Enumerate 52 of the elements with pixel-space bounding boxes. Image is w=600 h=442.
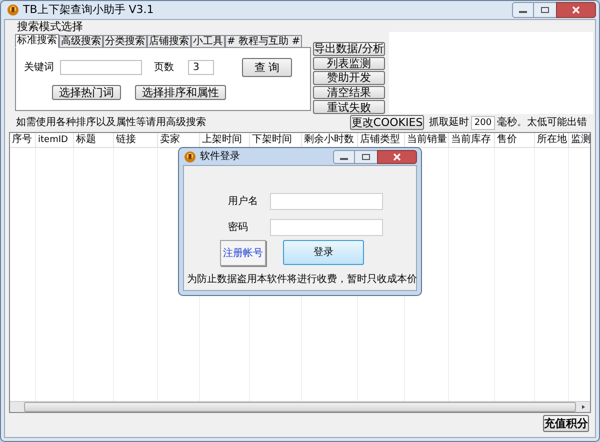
side-button[interactable]: 重试失败 xyxy=(313,100,385,114)
app-icon xyxy=(7,4,19,16)
column-header[interactable]: 所在地 xyxy=(535,133,569,147)
tab[interactable]: 小工具 xyxy=(191,35,225,48)
option-button[interactable]: 选择热门词 xyxy=(52,85,121,100)
username-label: 用户名 xyxy=(228,194,259,209)
keyword-field[interactable] xyxy=(60,60,142,74)
minimize-button[interactable] xyxy=(333,150,355,164)
maximize-button[interactable] xyxy=(355,150,377,164)
column-header[interactable]: 标题 xyxy=(74,133,114,147)
delay-label: 抓取延时 xyxy=(429,116,469,130)
login-button[interactable]: 登录 xyxy=(283,240,364,265)
column-header[interactable]: 序号 xyxy=(10,133,36,147)
side-button[interactable]: 导出数据/分析 xyxy=(313,42,385,56)
column-header[interactable]: 链接 xyxy=(114,133,158,147)
app-icon xyxy=(184,150,196,162)
delay-note: 毫秒。太低可能出错 xyxy=(497,116,587,130)
pages-label: 页数 xyxy=(154,60,175,74)
column-header[interactable]: 售价 xyxy=(495,133,535,147)
tab[interactable]: 高级搜索 xyxy=(59,35,103,48)
dialog-title: 软件登录 xyxy=(200,150,240,164)
close-button[interactable] xyxy=(377,150,417,164)
window-title: TB上下架查询小助手 V3.1 xyxy=(23,2,154,18)
tab[interactable]: 店铺搜索 xyxy=(147,35,191,48)
cookies-button[interactable]: 更改COOKIES xyxy=(350,115,424,130)
register-button[interactable]: 注册帐号 xyxy=(220,240,266,266)
pages-field[interactable]: 3 xyxy=(188,60,214,74)
hint-text: 如需使用各种排序以及属性等请用高级搜索 xyxy=(16,116,207,130)
notice-text: 为防止数据盗用本软件将进行收费，暂时只收成本价 xyxy=(187,274,416,286)
side-button[interactable]: 清空结果 xyxy=(313,86,385,100)
option-button[interactable]: 选择排序和属性 xyxy=(135,85,226,100)
tab[interactable]: 分类搜索 xyxy=(103,35,147,48)
group-title: 搜索模式选择 xyxy=(17,20,84,33)
side-button[interactable]: 赞助开发 xyxy=(313,71,385,85)
minimize-button[interactable] xyxy=(512,2,534,18)
tab[interactable]: # 教程与互助 # xyxy=(225,35,302,48)
keyword-label: 关键词 xyxy=(24,60,55,74)
recharge-button[interactable]: 充值积分 xyxy=(543,415,589,432)
close-icon xyxy=(393,152,401,160)
column-header[interactable]: itemID xyxy=(36,133,74,147)
delay-field[interactable]: 200 xyxy=(471,116,495,130)
maximize-button[interactable] xyxy=(534,2,556,18)
side-button[interactable]: 列表监测 xyxy=(313,56,385,70)
column-header[interactable]: 监测 xyxy=(569,133,590,147)
column-header[interactable]: 当前库存 xyxy=(449,133,495,147)
username-field[interactable] xyxy=(270,193,383,210)
close-button[interactable] xyxy=(556,2,596,18)
password-field[interactable] xyxy=(270,219,383,236)
query-button[interactable]: 查 询 xyxy=(242,58,292,76)
close-icon xyxy=(572,6,580,14)
password-label: 密码 xyxy=(228,220,249,235)
tab[interactable]: 标准搜索 xyxy=(15,34,59,48)
